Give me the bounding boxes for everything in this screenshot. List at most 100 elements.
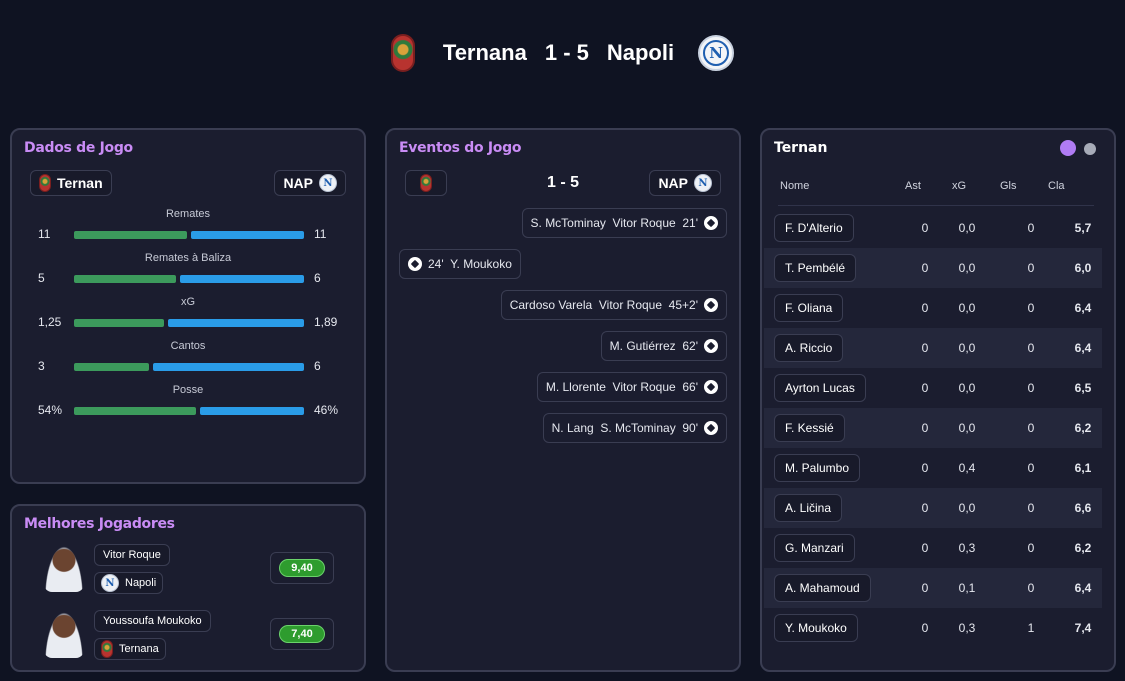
panel-title: Melhores Jogadores (24, 516, 175, 532)
stat-label: Posse (172, 384, 204, 396)
rating-cell: 6,6 (1074, 501, 1092, 515)
assists-cell: 0 (921, 621, 929, 635)
player-name-pill[interactable]: Y. Moukoko (774, 614, 858, 642)
column-header: Gls (1000, 180, 1017, 192)
stat-bars (74, 231, 304, 239)
xg-cell: 0,0 (958, 381, 976, 395)
away-team-pill[interactable]: NAP N (274, 170, 346, 196)
stat-away-value: 11 (314, 227, 327, 241)
away-bar (180, 275, 304, 283)
event-item[interactable]: M. Llorente Vitor Roque 66' (536, 372, 727, 402)
table-row[interactable]: T. Pembélé 0 0,0 0 6,0 (764, 248, 1102, 288)
table-row[interactable]: F. Oliana 0 0,0 0 6,4 (764, 288, 1102, 328)
event-text: 24' Y. Moukoko (428, 257, 512, 271)
stat-bars (74, 319, 304, 327)
xg-cell: 0,3 (958, 541, 976, 555)
assists-cell: 0 (921, 461, 929, 475)
assists-cell: 0 (921, 221, 929, 235)
stat-row: Remates à Baliza 5 6 (12, 252, 364, 292)
rating-cell: 6,2 (1074, 421, 1092, 435)
table-row[interactable]: A. Riccio 0 0,0 0 6,4 (764, 328, 1102, 368)
soccer-ball-icon (704, 216, 718, 230)
stat-home-value: 54% (38, 403, 63, 417)
home-team-label: Ternan (57, 175, 103, 191)
away-team-pill[interactable]: NAP N (649, 170, 721, 196)
event-item[interactable]: Cardoso Varela Vitor Roque 45+2' (500, 290, 727, 320)
match-events-panel: Eventos do Jogo 1 - 5 NAP N S. McTominay… (385, 128, 741, 672)
soccer-ball-icon (704, 380, 718, 394)
table-row[interactable]: G. Manzari 0 0,3 0 6,2 (764, 528, 1102, 568)
player-team-pill[interactable]: N Napoli (94, 572, 164, 594)
assists-cell: 0 (921, 421, 929, 435)
goals-cell: 0 (1027, 221, 1035, 235)
player-name-pill[interactable]: Youssoufa Moukoko (94, 610, 211, 632)
event-text: M. Gutiérrez 62' (609, 339, 698, 353)
goals-cell: 0 (1027, 421, 1035, 435)
event-item[interactable]: S. McTominay Vitor Roque 21' (521, 208, 727, 238)
best-players-panel: Melhores Jogadores Vitor Roque N Napoli … (10, 504, 366, 672)
best-player-card[interactable]: Youssoufa Moukoko Ternana 7,40 (12, 610, 364, 670)
event-text: N. Lang S. McTominay 90' (551, 421, 698, 435)
match-score: 1 - 5 (544, 40, 589, 65)
soccer-ball-icon (408, 257, 422, 271)
table-row[interactable]: A. Mahamoud 0 0,1 0 6,4 (764, 568, 1102, 608)
event-item[interactable]: M. Gutiérrez 62' (600, 331, 727, 361)
rating-cell: 6,4 (1074, 301, 1092, 315)
player-name-pill[interactable]: A. Ličina (774, 494, 843, 522)
player-name: A. Riccio (785, 341, 833, 355)
page-dot[interactable] (1084, 143, 1096, 155)
stat-label: Cantos (170, 340, 206, 352)
player-name-pill[interactable]: F. D'Alterio (774, 214, 854, 242)
stat-label: xG (180, 296, 196, 308)
stat-bars (74, 407, 304, 415)
player-name-pill[interactable]: F. Kessié (774, 414, 845, 442)
table-row[interactable]: M. Palumbo 0 0,4 0 6,1 (764, 448, 1102, 488)
napoli-crest-icon: N (698, 35, 735, 71)
assists-cell: 0 (921, 301, 929, 315)
player-name: Ayrton Lucas (785, 381, 855, 395)
page-dot-active[interactable] (1060, 140, 1076, 156)
event-item[interactable]: N. Lang S. McTominay 90' (542, 413, 727, 443)
table-row[interactable]: F. D'Alterio 0 0,0 0 5,7 (764, 208, 1102, 248)
assists-cell: 0 (921, 501, 929, 515)
player-team: Ternana (119, 643, 159, 655)
table-row[interactable]: F. Kessié 0 0,0 0 6,2 (764, 408, 1102, 448)
ternana-crest-icon (390, 34, 415, 72)
table-row[interactable]: Ayrton Lucas 0 0,0 0 6,5 (764, 368, 1102, 408)
event-text: Cardoso Varela Vitor Roque 45+2' (509, 298, 698, 312)
best-player-card[interactable]: Vitor Roque N Napoli 9,40 (12, 544, 364, 604)
player-name-pill[interactable]: G. Manzari (774, 534, 855, 562)
player-name-pill[interactable]: A. Mahamoud (774, 574, 871, 602)
player-name-pill[interactable]: A. Riccio (774, 334, 844, 362)
rating-box: 7,40 (270, 618, 334, 650)
rating-badge: 7,40 (279, 625, 325, 643)
player-name-pill[interactable]: Ayrton Lucas (774, 374, 866, 402)
event-item[interactable]: 24' Y. Moukoko (399, 249, 521, 279)
stat-row: xG 1,25 1,89 (12, 296, 364, 336)
stat-away-value: 6 (314, 271, 321, 285)
player-name: G. Manzari (785, 541, 844, 555)
stat-label: Remates à Baliza (144, 252, 232, 264)
player-name-pill[interactable]: F. Oliana (774, 294, 844, 322)
rating-cell: 5,7 (1074, 221, 1092, 235)
xg-cell: 0,4 (958, 461, 976, 475)
player-team-pill[interactable]: Ternana (94, 638, 166, 660)
goals-cell: 0 (1027, 461, 1035, 475)
table-row[interactable]: A. Ličina 0 0,0 0 6,6 (764, 488, 1102, 528)
stat-row: Cantos 3 6 (12, 340, 364, 380)
home-team-name: Ternana (442, 40, 527, 65)
player-name: A. Ličina (785, 501, 832, 515)
away-bar (191, 231, 304, 239)
player-name-pill[interactable]: T. Pembélé (774, 254, 857, 282)
player-name: F. D'Alterio (785, 221, 843, 235)
away-bar (168, 319, 304, 327)
player-name-pill[interactable]: M. Palumbo (774, 454, 861, 482)
goals-cell: 0 (1027, 501, 1035, 515)
soccer-ball-icon (704, 298, 718, 312)
player-name-pill[interactable]: Vitor Roque (94, 544, 170, 566)
home-team-pill[interactable]: Ternan (30, 170, 112, 196)
table-row[interactable]: Y. Moukoko 0 0,3 1 7,4 (764, 608, 1102, 648)
xg-cell: 0,0 (958, 221, 976, 235)
ternana-crest-icon (39, 174, 51, 192)
home-bar (74, 319, 164, 327)
